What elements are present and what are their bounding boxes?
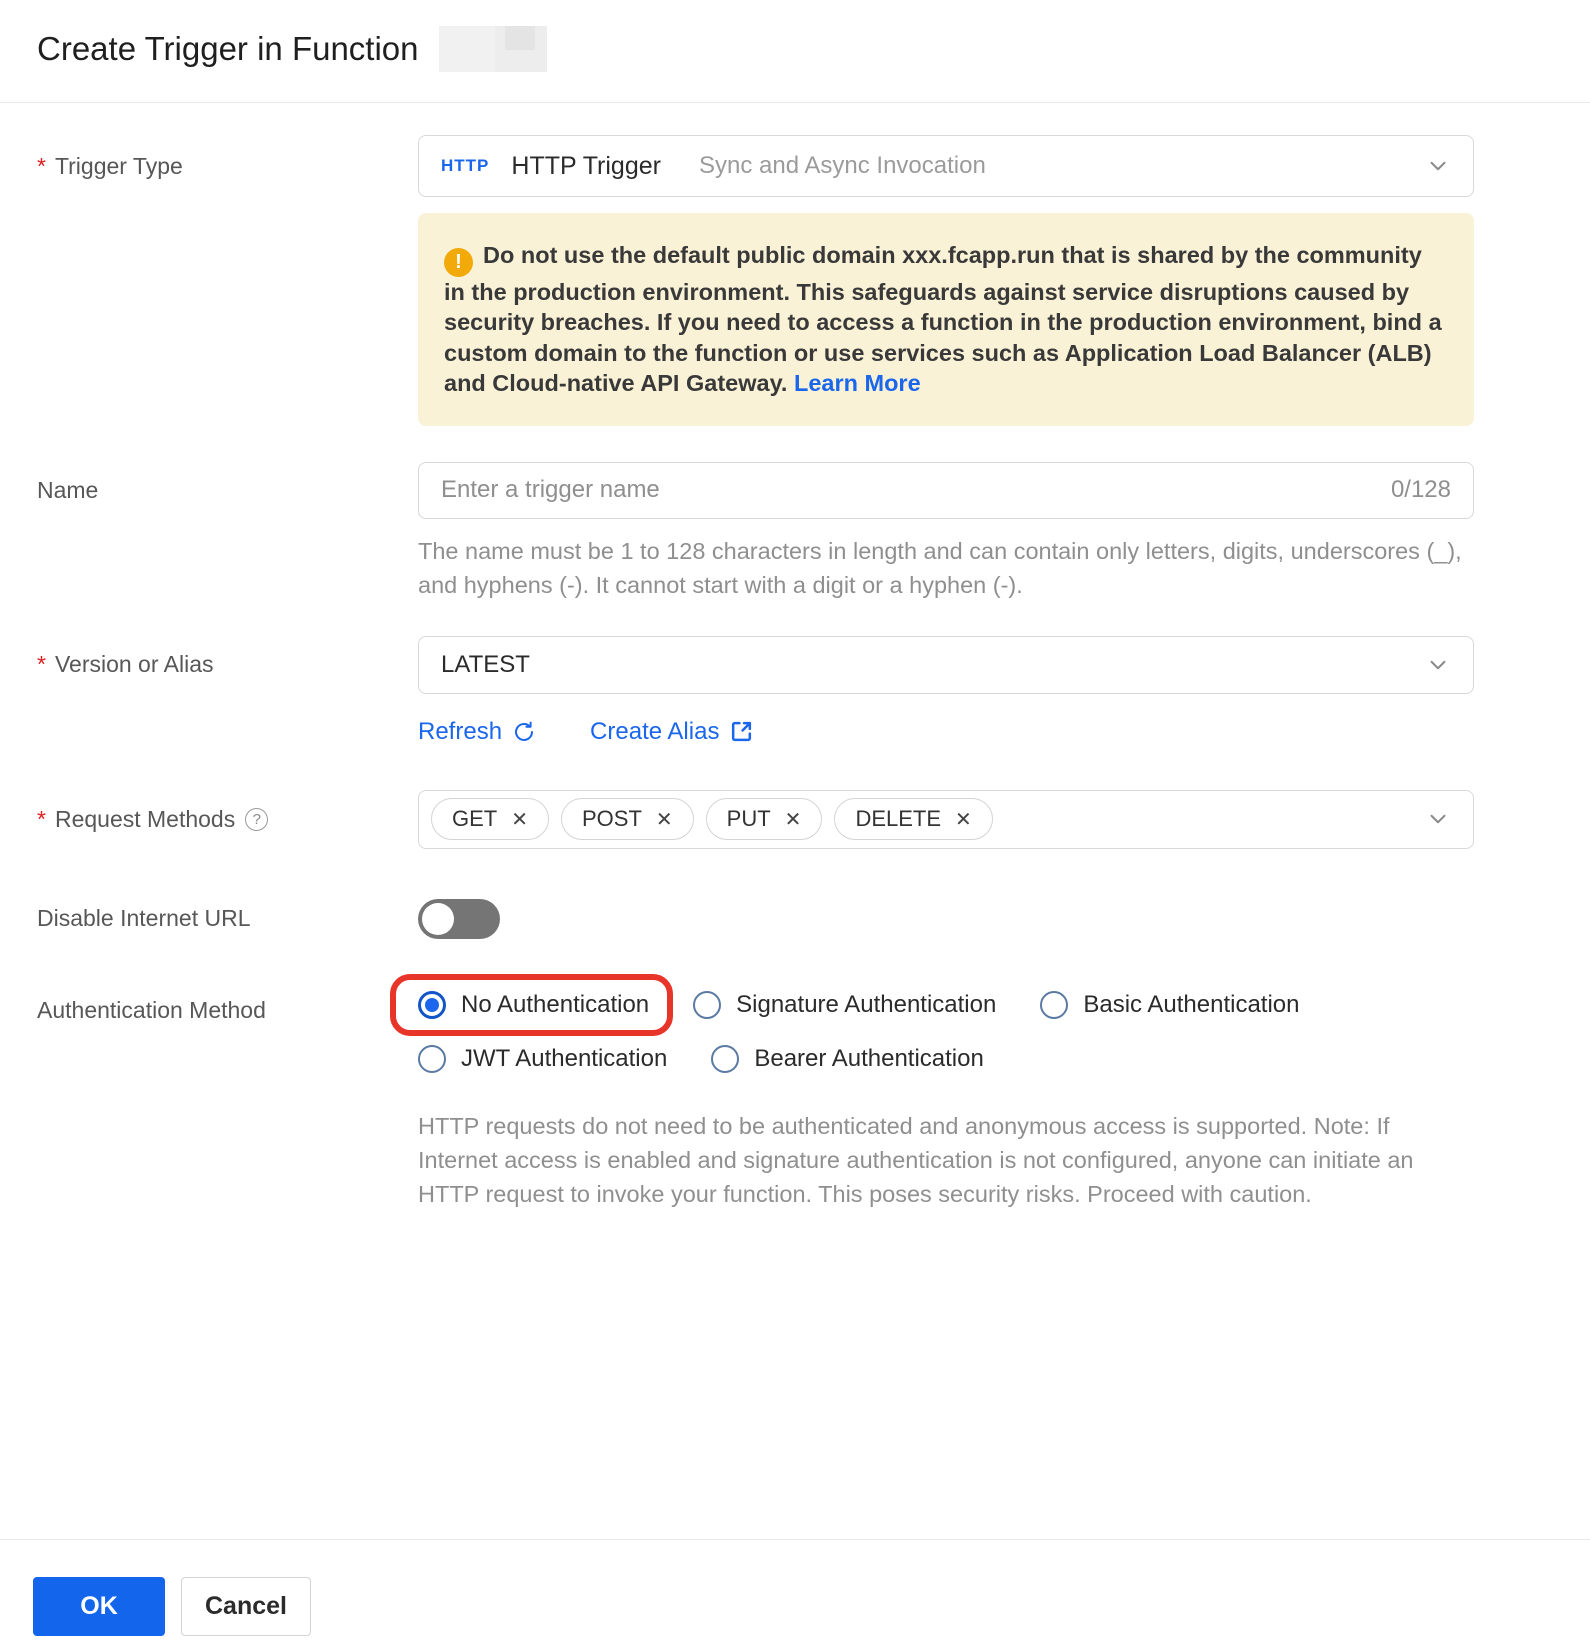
warning-banner: ! Do not use the default public domain xx… bbox=[418, 213, 1474, 426]
required-marker: * bbox=[37, 651, 46, 678]
radio-bearer-authentication[interactable]: Bearer Authentication bbox=[711, 1044, 984, 1073]
name-label: Name bbox=[37, 476, 99, 503]
radio-unselected-icon bbox=[418, 1044, 446, 1073]
name-row: Name 0/128 The name must be 1 to 128 cha… bbox=[0, 461, 1590, 602]
authentication-help-text: HTTP requests do not need to be authenti… bbox=[418, 1112, 1414, 1207]
method-tag-delete: DELETE ✕ bbox=[834, 798, 993, 841]
radio-unselected-icon bbox=[693, 990, 722, 1019]
request-methods-select[interactable]: GET ✕ POST ✕ PUT ✕ DELETE ✕ bbox=[418, 789, 1474, 849]
method-tag-post: POST ✕ bbox=[561, 798, 694, 841]
required-marker: * bbox=[37, 805, 46, 832]
method-tag-label: GET bbox=[452, 806, 498, 832]
radio-label: Signature Authentication bbox=[736, 990, 997, 1018]
chevron-down-icon bbox=[1425, 806, 1451, 832]
char-counter: 0/128 bbox=[1390, 476, 1451, 504]
create-alias-link-label: Create Alias bbox=[590, 717, 720, 745]
create-alias-link[interactable]: Create Alias bbox=[590, 718, 754, 746]
help-question-icon[interactable]: ? bbox=[245, 807, 269, 831]
toggle-knob bbox=[422, 902, 454, 935]
remove-tag-icon[interactable]: ✕ bbox=[656, 807, 673, 832]
method-tag-label: PUT bbox=[726, 806, 771, 832]
radio-selected-icon bbox=[418, 990, 446, 1019]
chevron-down-icon bbox=[1425, 652, 1451, 678]
radio-label: No Authentication bbox=[461, 990, 650, 1018]
disable-internet-url-label: Disable Internet URL bbox=[37, 905, 251, 932]
warning-icon: ! bbox=[444, 247, 473, 277]
chevron-down-icon bbox=[1425, 153, 1451, 179]
create-trigger-dialog: Create Trigger in Function * Trigger Typ… bbox=[0, 0, 1590, 1648]
radio-no-authentication[interactable]: No Authentication bbox=[389, 973, 674, 1036]
radio-unselected-icon bbox=[1040, 990, 1069, 1019]
external-link-icon bbox=[729, 719, 754, 744]
disable-internet-url-toggle[interactable] bbox=[418, 898, 500, 939]
name-help-text: The name must be 1 to 128 characters in … bbox=[418, 537, 1462, 598]
learn-more-link[interactable]: Learn More bbox=[794, 370, 921, 396]
remove-tag-icon[interactable]: ✕ bbox=[511, 807, 528, 832]
version-value: LATEST bbox=[441, 650, 530, 678]
radio-label: Bearer Authentication bbox=[754, 1044, 984, 1072]
version-row: * Version or Alias LATEST Refresh Create… bbox=[0, 635, 1590, 746]
ok-button[interactable]: OK bbox=[33, 1577, 165, 1636]
method-tag-put: PUT ✕ bbox=[705, 798, 823, 841]
radio-unselected-icon bbox=[711, 1044, 740, 1073]
version-label: Version or Alias bbox=[54, 651, 214, 678]
trigger-type-select[interactable]: HTTP HTTP Trigger Sync and Async Invocat… bbox=[418, 135, 1474, 197]
disable-internet-url-row: Disable Internet URL bbox=[0, 898, 1590, 939]
method-tag-label: POST bbox=[582, 806, 642, 832]
page-title: Create Trigger in Function bbox=[37, 30, 419, 67]
refresh-link-label: Refresh bbox=[418, 717, 503, 745]
trigger-type-row: * Trigger Type HTTP HTTP Trigger Sync an… bbox=[0, 135, 1590, 197]
remove-tag-icon[interactable]: ✕ bbox=[955, 807, 972, 832]
http-badge-icon: HTTP bbox=[441, 156, 490, 175]
redacted-function-name bbox=[438, 26, 547, 72]
radio-jwt-authentication[interactable]: JWT Authentication bbox=[418, 1044, 668, 1073]
trigger-type-label: Trigger Type bbox=[54, 152, 183, 179]
refresh-icon bbox=[512, 720, 536, 744]
warning-row: ! Do not use the default public domain xx… bbox=[0, 213, 1590, 426]
radio-signature-authentication[interactable]: Signature Authentication bbox=[693, 990, 997, 1019]
dialog-footer: OK Cancel bbox=[0, 1539, 1590, 1648]
refresh-link[interactable]: Refresh bbox=[418, 718, 536, 746]
version-select[interactable]: LATEST bbox=[418, 635, 1474, 694]
request-methods-row: * Request Methods ? GET ✕ POST ✕ PUT ✕ D… bbox=[0, 789, 1590, 849]
radio-label: Basic Authentication bbox=[1083, 990, 1300, 1018]
warning-text: Do not use the default public domain xxx… bbox=[444, 242, 1442, 397]
trigger-type-value: HTTP Trigger bbox=[511, 151, 661, 180]
cancel-button[interactable]: Cancel bbox=[181, 1577, 311, 1636]
request-methods-label: Request Methods bbox=[54, 805, 236, 832]
trigger-name-input[interactable] bbox=[441, 476, 1375, 505]
dialog-header: Create Trigger in Function bbox=[0, 0, 1590, 103]
required-marker: * bbox=[37, 152, 46, 179]
trigger-type-description: Sync and Async Invocation bbox=[698, 152, 986, 179]
method-tag-get: GET ✕ bbox=[431, 798, 549, 841]
radio-basic-authentication[interactable]: Basic Authentication bbox=[1040, 990, 1300, 1019]
remove-tag-icon[interactable]: ✕ bbox=[785, 807, 802, 832]
authentication-method-label: Authentication Method bbox=[37, 997, 266, 1024]
trigger-name-field: 0/128 bbox=[418, 461, 1474, 519]
authentication-method-row: Authentication Method No Authentication … bbox=[0, 973, 1590, 1211]
method-tag-label: DELETE bbox=[855, 806, 942, 832]
radio-label: JWT Authentication bbox=[461, 1044, 668, 1072]
